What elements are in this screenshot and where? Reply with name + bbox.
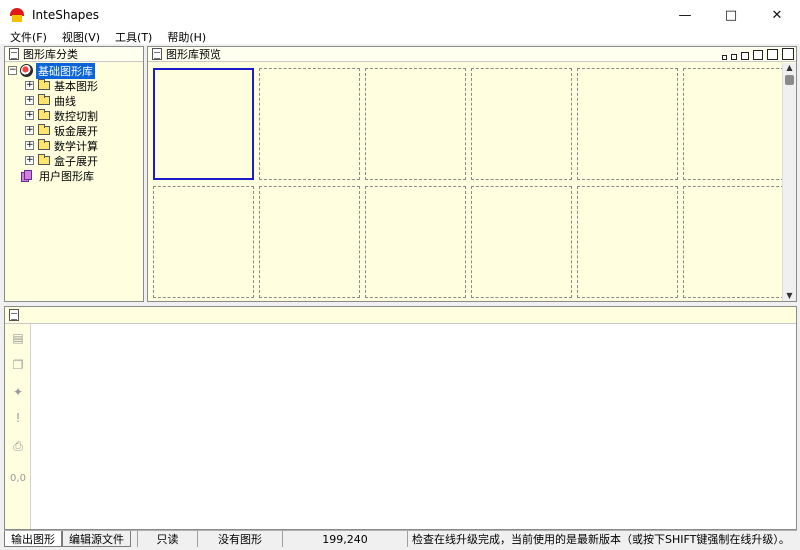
shape-tile[interactable] [365, 68, 466, 180]
shape-tile[interactable] [259, 186, 360, 298]
folder-icon [38, 109, 50, 120]
expand-icon[interactable]: + [25, 141, 34, 150]
category-panel-header: 图形库分类 [5, 47, 143, 62]
preview-panel-title: 图形库预览 [166, 48, 221, 61]
folder-icon [38, 139, 50, 150]
tree-item-user-library[interactable]: 用户图形库 [5, 168, 143, 183]
document-icon [152, 48, 162, 60]
tree-item-label: 用户图形库 [39, 169, 94, 183]
shape-tile[interactable] [683, 186, 784, 298]
status-coords: 199,240 [282, 531, 407, 547]
layers-icon[interactable]: ▤ [10, 330, 26, 346]
side-toolbar: ▤ ❐ ✦ ! ⎙ 0,0 [5, 324, 31, 529]
tree-item-label: 数学计算 [54, 139, 98, 153]
coords-label: 0,0 [10, 473, 26, 484]
status-message: 检查在线升级完成，当前使用的是最新版本（或按下SHIFT键强制在线升级）。 [407, 531, 797, 547]
shape-tile[interactable] [471, 68, 572, 180]
shape-tile[interactable] [577, 68, 678, 180]
category-tree: − 基础图形库 + 基本图形 + 曲线 + 数控切割 + 钣金展开 + 数学计算 [5, 62, 143, 183]
tree-item-label: 曲线 [54, 94, 76, 108]
size-m-icon[interactable] [741, 52, 749, 60]
status-mode: 只读 [137, 531, 197, 547]
folder-icon [38, 124, 50, 135]
category-panel: 图形库分类 − 基础图形库 + 基本图形 + 曲线 + 数控切割 + 钣金展开 [4, 46, 144, 302]
tab-output-shape[interactable]: 输出图形 [4, 531, 62, 547]
title-bar: InteShapes — □ ✕ [0, 0, 800, 30]
books-icon [21, 169, 35, 182]
collapse-icon[interactable]: − [8, 66, 17, 75]
output-panel: ▤ ❐ ✦ ! ⎙ 0,0 [4, 306, 797, 530]
shape-tile[interactable] [577, 186, 678, 298]
size-xxl-icon[interactable] [782, 48, 794, 60]
copy-icon[interactable]: ❐ [10, 357, 26, 373]
tree-item-root[interactable]: − 基础图形库 [5, 62, 143, 79]
menu-help[interactable]: 帮助(H) [162, 29, 211, 45]
app-icon [10, 8, 24, 22]
maximize-button[interactable]: □ [708, 0, 754, 30]
window-title: InteShapes [32, 8, 100, 22]
tree-item-label: 盒子展开 [54, 154, 98, 168]
menu-view[interactable]: 视图(V) [57, 29, 105, 45]
shape-tile[interactable] [471, 186, 572, 298]
tab-edit-source[interactable]: 编辑源文件 [62, 531, 131, 547]
tree-item-label: 钣金展开 [54, 124, 98, 138]
preview-scrollbar[interactable]: ▲ ▼ [782, 63, 796, 301]
tree-item-root-label[interactable]: 基础图形库 [36, 62, 95, 79]
menu-bar: 文件(F) 视图(V) 工具(T) 帮助(H) [0, 30, 800, 44]
size-l-icon[interactable] [753, 50, 763, 60]
expand-icon[interactable]: + [25, 156, 34, 165]
tree-item-curves[interactable]: + 曲线 [5, 93, 143, 108]
document-icon [9, 309, 19, 321]
tree-item-math[interactable]: + 数学计算 [5, 138, 143, 153]
tree-item-box-unfold[interactable]: + 盒子展开 [5, 153, 143, 168]
tree-item-basic-shapes[interactable]: + 基本图形 [5, 78, 143, 93]
menu-tools[interactable]: 工具(T) [110, 29, 157, 45]
category-panel-title: 图形库分类 [23, 48, 78, 61]
preview-panel-header: 图形库预览 [148, 47, 796, 62]
scroll-down-icon[interactable]: ▼ [783, 291, 796, 301]
graph-icon[interactable]: ✦ [10, 384, 26, 400]
close-button[interactable]: ✕ [754, 0, 800, 30]
shape-tile[interactable] [153, 186, 254, 298]
scroll-up-icon[interactable]: ▲ [783, 63, 796, 73]
document-icon [9, 48, 19, 60]
size-xs-icon[interactable] [722, 55, 727, 60]
scroll-thumb[interactable] [785, 75, 794, 85]
library-globe-icon [20, 64, 33, 77]
status-bar: 输出图形 编辑源文件 只读 没有图形 199,240 检查在线升级完成，当前使用… [4, 530, 797, 547]
folder-icon [38, 79, 50, 90]
drawing-canvas[interactable] [31, 324, 796, 529]
size-s-icon[interactable] [731, 54, 737, 60]
thumbnail-size-controls [722, 48, 794, 60]
tree-item-label: 基本图形 [54, 79, 98, 93]
size-xl-icon[interactable] [767, 49, 778, 60]
tree-item-label: 数控切割 [54, 109, 98, 123]
shape-tile[interactable] [683, 68, 784, 180]
preview-panel: 图形库预览 ▲ ▼ [147, 46, 797, 302]
folder-icon [38, 94, 50, 105]
tree-item-cnc-cutting[interactable]: + 数控切割 [5, 108, 143, 123]
shape-tile[interactable] [153, 68, 254, 180]
folder-icon [38, 154, 50, 165]
print-icon[interactable]: ⎙ [10, 438, 26, 454]
expand-icon[interactable]: + [25, 111, 34, 120]
menu-file[interactable]: 文件(F) [5, 29, 52, 45]
output-panel-header [5, 307, 796, 324]
shape-tile[interactable] [259, 68, 360, 180]
expand-icon[interactable]: + [25, 96, 34, 105]
tree-item-sheet-metal[interactable]: + 钣金展开 [5, 123, 143, 138]
minimize-button[interactable]: — [662, 0, 708, 30]
expand-icon[interactable]: + [25, 81, 34, 90]
shape-tile[interactable] [365, 186, 466, 298]
expand-icon[interactable]: + [25, 126, 34, 135]
status-shape: 没有图形 [197, 531, 282, 547]
warning-icon[interactable]: ! [10, 410, 26, 426]
